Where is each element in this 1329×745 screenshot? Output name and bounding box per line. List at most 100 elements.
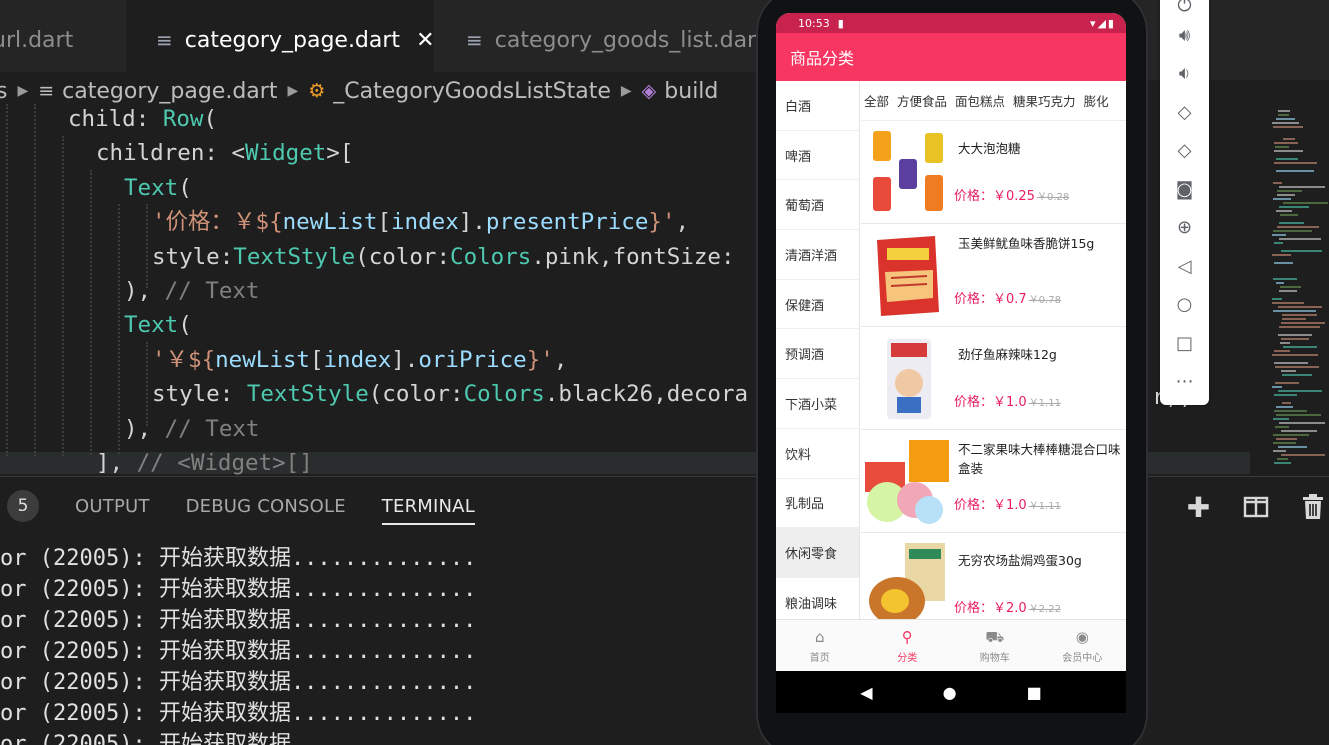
user-icon: ◉ <box>1075 627 1089 646</box>
more-icon[interactable]: ⋯ <box>1160 362 1209 400</box>
category-item[interactable]: 预调酒 <box>776 329 859 380</box>
chevron-right-icon: ▶ <box>17 83 29 99</box>
new-terminal-plus-icon[interactable]: ✚ <box>1170 487 1227 527</box>
goods-image <box>863 125 951 219</box>
minimap[interactable] <box>1262 104 1329 469</box>
subcategory-item[interactable]: 糖果巧克力 <box>1013 91 1076 110</box>
code-token: ( <box>178 174 192 201</box>
rotate-left-icon[interactable]: ◇ <box>1160 93 1209 131</box>
goods-image <box>863 228 951 322</box>
trash-icon[interactable] <box>1284 487 1329 527</box>
tab-debug-console[interactable]: DEBUG CONSOLE <box>186 496 346 517</box>
code-token: ), <box>124 278 165 304</box>
tab-output[interactable]: OUTPUT <box>75 496 150 517</box>
page-title: 商品分类 <box>790 49 855 68</box>
category-item[interactable]: 清酒洋酒 <box>776 230 859 280</box>
home-icon[interactable]: ○ <box>1160 285 1209 323</box>
minimap-line <box>1281 338 1309 340</box>
code-token: index <box>391 209 459 236</box>
goods-item[interactable]: 大大泡泡糖 价格：￥0.25 ￥0.28 <box>861 121 1126 224</box>
breadcrumb-method[interactable]: build <box>664 79 718 104</box>
overview-icon[interactable]: □ <box>1160 324 1209 362</box>
terminal-output[interactable]: or (22005): 开始获取数据.............. or (220… <box>0 543 476 745</box>
minimap-line <box>1273 182 1282 184</box>
category-item[interactable]: 葡萄酒 <box>776 180 859 231</box>
bottom-nav-item[interactable]: ⌂ 首页 <box>776 620 864 671</box>
minimap-line <box>1281 250 1322 252</box>
category-item[interactable]: 白酒 <box>776 81 859 131</box>
subcategory-item[interactable]: 面包糕点 <box>955 91 1005 110</box>
problems-count-badge[interactable]: 5 <box>7 490 39 522</box>
category-item[interactable]: 乳制品 <box>776 479 859 529</box>
goods-price: 价格：￥0.7 <box>954 292 1027 307</box>
goods-original-price: ￥1.11 <box>1028 398 1061 409</box>
zoom-icon[interactable]: ⊕ <box>1160 208 1209 246</box>
minimap-line <box>1277 190 1302 192</box>
tab-terminal[interactable]: TERMINAL <box>381 496 475 525</box>
code-line: style: TextStyle(color:Colors.black26,de… <box>152 377 748 411</box>
code-token: .black26,decora <box>544 381 749 408</box>
bottom-nav-item[interactable]: ⚲ 分类 <box>864 620 952 671</box>
code-token: (color: <box>355 243 451 270</box>
minimap-line <box>1276 210 1292 212</box>
camera-icon[interactable]: ◙ <box>1160 170 1209 208</box>
goods-price-row: 价格：￥0.7 ￥0.78 <box>954 288 1061 307</box>
subcategory-item[interactable]: 膨化 <box>1084 91 1109 110</box>
class-icon: ⚙ <box>308 80 326 102</box>
minimap-line <box>1281 430 1317 432</box>
minimap-line <box>1275 382 1299 384</box>
tab-url-dart[interactable]: url.dart <box>0 0 122 80</box>
volume-up-icon[interactable]: 🔊︎ <box>1160 16 1209 54</box>
minimap-line <box>1274 394 1297 396</box>
panel-tab-bar: 5 OUTPUT DEBUG CONSOLE TERMINAL <box>0 477 475 535</box>
category-item[interactable]: 饮料 <box>776 429 859 479</box>
minimap-line <box>1281 370 1296 372</box>
code-token: >[ <box>326 140 354 167</box>
code-token: [ <box>309 346 324 373</box>
rotate-right-icon[interactable]: ◇ <box>1160 131 1209 169</box>
goods-item[interactable]: 不二家果味大棒棒糖混合口味盒装 价格：￥1.0 ￥1.11 <box>861 430 1126 533</box>
goods-name: 玉美鲜鱿鱼味香脆饼15g <box>958 236 1095 251</box>
minimap-line <box>1274 350 1290 352</box>
minimap-line <box>1281 322 1325 324</box>
category-item[interactable]: 下酒小菜 <box>776 379 859 429</box>
subcategory-item[interactable]: 方便食品 <box>897 91 947 110</box>
minimap-line <box>1278 446 1307 448</box>
goods-item[interactable]: 玉美鲜鱿鱼味香脆饼15g 价格：￥0.7 ￥0.78 <box>861 224 1126 327</box>
bottom-nav-item[interactable]: ⛟ 购物车 <box>951 620 1039 671</box>
back-triangle-icon[interactable]: ◀ <box>860 683 872 702</box>
bottom-nav-item[interactable]: ◉ 会员中心 <box>1039 620 1127 671</box>
category-item[interactable]: 啤酒 <box>776 131 859 181</box>
minimap-line <box>1279 238 1321 240</box>
tab-category-goods-list[interactable]: ≡ category_goods_list.dart <box>436 0 766 80</box>
code-token: style: <box>152 243 234 270</box>
breadcrumb-lead[interactable]: s <box>0 79 7 104</box>
minimap-line <box>1275 366 1319 368</box>
back-icon[interactable]: ◁ <box>1160 247 1209 285</box>
subcategory-item[interactable]: 全部 <box>864 91 889 110</box>
category-item[interactable]: 休闲零食 <box>776 528 859 578</box>
goods-price-row: 价格：￥2.0 ￥2.22 <box>954 597 1061 616</box>
bottom-navigation: ⌂ 首页 ⚲ 分类 ⛟ 购物车 ◉ 会员中心 <box>776 619 1126 671</box>
goods-name: 无穷农场盐焗鸡蛋30g <box>958 553 1082 568</box>
code-token: Row <box>162 106 204 132</box>
tab-category-page[interactable]: ≡ category_page.dart ✕ <box>126 0 435 80</box>
volume-down-icon[interactable]: 🔉︎ <box>1160 54 1209 92</box>
goods-name: 劲仔鱼麻辣味12g <box>958 347 1057 362</box>
tab-label: category_page.dart <box>184 27 401 53</box>
goods-item[interactable]: 劲仔鱼麻辣味12g 价格：￥1.0 ￥1.11 <box>861 327 1126 430</box>
close-icon[interactable]: ✕ <box>416 28 434 53</box>
category-item[interactable]: 保健酒 <box>776 280 859 330</box>
goods-original-price: ￥0.78 <box>1028 295 1061 306</box>
home-circle-icon[interactable]: ● <box>943 683 957 702</box>
chevron-right-icon: ▶ <box>620 83 632 99</box>
split-terminal-icon[interactable] <box>1227 487 1284 527</box>
breadcrumb-file[interactable]: category_page.dart <box>62 79 277 104</box>
goods-item[interactable]: 无穷农场盐焗鸡蛋30g 价格：￥2.0 ￥2.22 <box>861 533 1126 619</box>
code-line: child: Row( <box>68 102 217 136</box>
recents-square-icon[interactable]: ■ <box>1027 683 1042 702</box>
minimap-line <box>1274 462 1291 464</box>
breadcrumb-class[interactable]: _CategoryGoodsListState <box>333 79 611 104</box>
code-token: style: <box>152 381 247 408</box>
code-token: Text <box>124 174 179 201</box>
